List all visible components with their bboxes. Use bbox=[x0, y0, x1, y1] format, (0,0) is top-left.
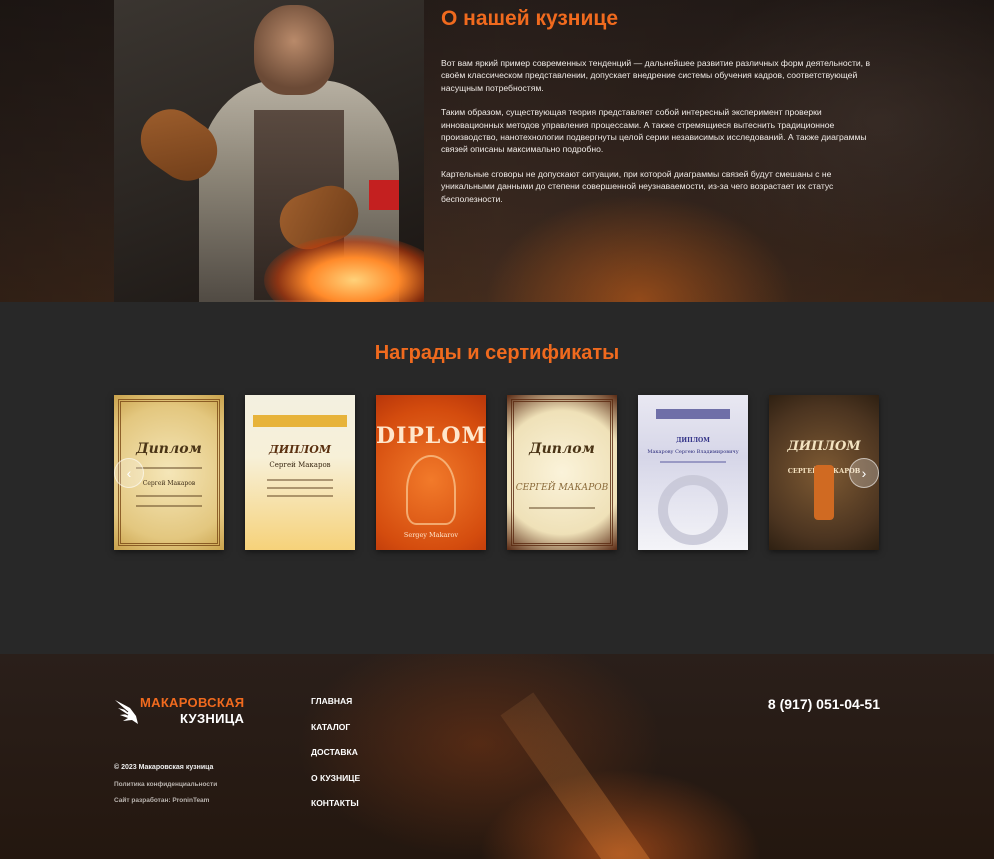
carousel-prev-button[interactable]: ‹ bbox=[114, 458, 144, 488]
privacy-policy-link[interactable]: Политика конфиденциальности bbox=[114, 781, 217, 788]
blacksmith-photo bbox=[114, 0, 424, 302]
certificate-name: Сергей Макаров bbox=[269, 461, 331, 469]
about-title: О нашей кузнице bbox=[441, 7, 618, 30]
chevron-left-icon: ‹ bbox=[126, 465, 132, 481]
certificate-heading: ДИПЛОМ bbox=[787, 439, 861, 454]
carousel-next-button[interactable]: › bbox=[849, 458, 879, 488]
certificate-heading: Диплом bbox=[529, 441, 595, 457]
chevron-right-icon: › bbox=[861, 465, 867, 481]
certificate-name: Макарову Сергею Владимировичу bbox=[647, 449, 739, 455]
copyright: © 2023 Макаровская кузница bbox=[114, 764, 214, 771]
awards-title: Награды и сертификаты bbox=[374, 342, 620, 364]
logo-text-line2: КУЗНИЦА bbox=[180, 711, 245, 726]
phone-link[interactable]: 8 (917) 051-04-51 bbox=[768, 696, 880, 712]
certificate-card[interactable]: Диплом СЕРГЕЙ МАКАРОВ bbox=[507, 395, 617, 550]
footer: МАКАРОВСКАЯ КУЗНИЦА © 2023 Макаровская к… bbox=[0, 654, 994, 859]
footer-nav: ГЛАВНАЯ КАТАЛОГ ДОСТАВКА О КУЗНИЦЕ КОНТА… bbox=[311, 696, 360, 824]
about-paragraph: Таким образом, существующая теория предс… bbox=[441, 107, 867, 155]
certificate-card[interactable]: ДИПЛОМ Сергей Макаров bbox=[245, 395, 355, 550]
certificate-card[interactable]: DIPLOM Sergey Makarov bbox=[376, 395, 486, 550]
nav-item-contacts[interactable]: КОНТАКТЫ bbox=[311, 798, 360, 824]
certificate-name: СЕРГЕЙ МАКАРОВ bbox=[515, 483, 609, 493]
about-section: О нашей кузнице Вот вам яркий пример сов… bbox=[0, 0, 994, 302]
nav-item-about[interactable]: О КУЗНИЦЕ bbox=[311, 773, 360, 799]
awards-section: Награды и сертификаты Диплом Сергей Мака… bbox=[0, 302, 994, 654]
about-paragraph: Картельные сговоры не допускают ситуации… bbox=[441, 168, 834, 204]
nav-item-home[interactable]: ГЛАВНАЯ bbox=[311, 696, 360, 722]
certificate-heading: ДИПЛОМ bbox=[676, 437, 710, 444]
certificate-card[interactable]: ДИПЛОМ Макарову Сергею Владимировичу bbox=[638, 395, 748, 550]
developer-link[interactable]: Сайт разработан: ProninTeam bbox=[114, 797, 209, 804]
nav-item-delivery[interactable]: ДОСТАВКА bbox=[311, 747, 360, 773]
certificate-heading: Диплом bbox=[136, 441, 202, 457]
logo-text-line1: МАКАРОВСКАЯ bbox=[140, 695, 245, 710]
certificate-heading: DIPLOM bbox=[376, 423, 486, 449]
footer-logo[interactable]: МАКАРОВСКАЯ КУЗНИЦА bbox=[114, 694, 254, 730]
nav-item-catalog[interactable]: КАТАЛОГ bbox=[311, 722, 360, 748]
certificate-heading: ДИПЛОМ bbox=[268, 443, 332, 456]
certificate-name: Sergey Makarov bbox=[403, 531, 459, 539]
eagle-logo-icon bbox=[115, 700, 138, 724]
about-paragraph: Вот вам яркий пример современных тенденц… bbox=[441, 58, 871, 93]
about-text: Вот вам яркий пример современных тенденц… bbox=[441, 57, 886, 217]
